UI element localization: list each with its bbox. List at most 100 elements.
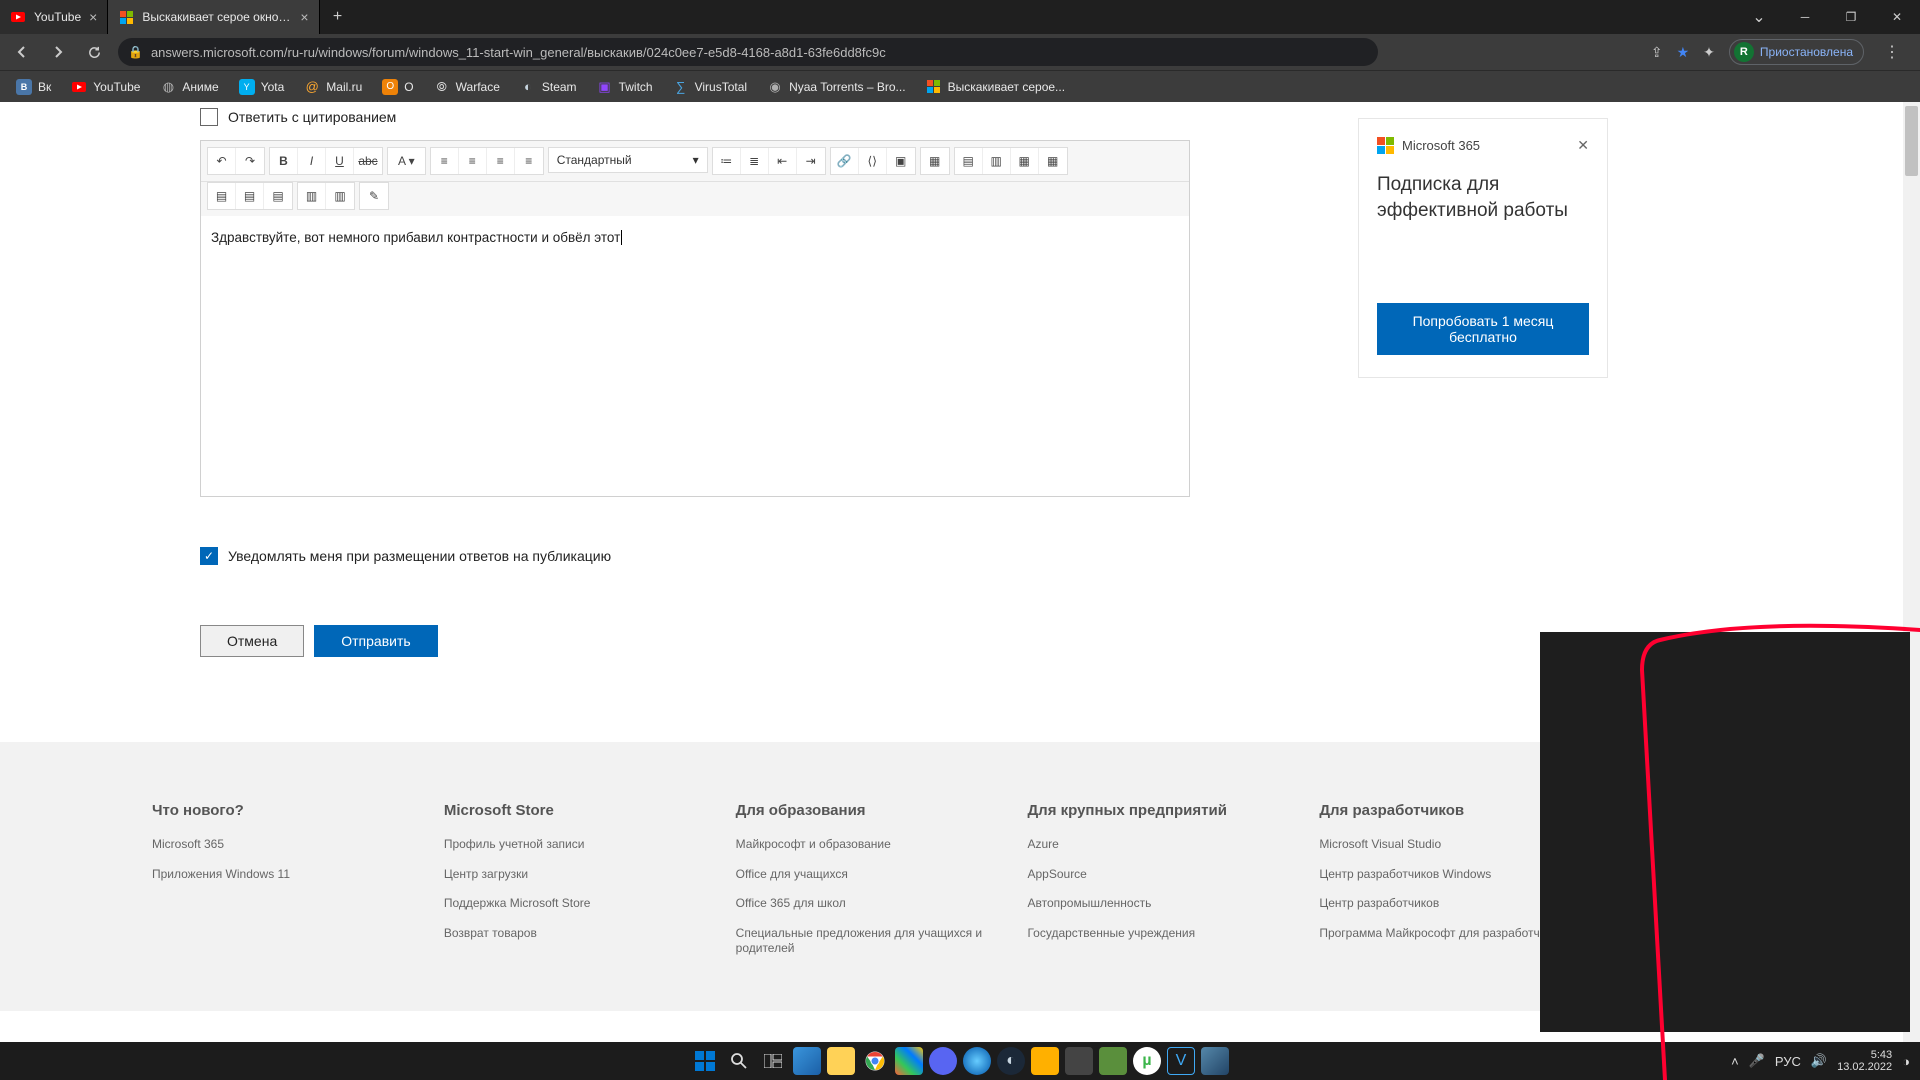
footer-link[interactable]: Office 365 для школ (736, 896, 988, 912)
footer-link[interactable]: Поддержка Microsoft Store (444, 896, 696, 912)
bookmark-virustotal[interactable]: ∑VirusTotal (665, 75, 755, 99)
indent-button[interactable]: ⇥ (797, 148, 825, 174)
table-row-button[interactable]: ▤ (955, 148, 983, 174)
footer-link[interactable]: Microsoft 365 (152, 837, 404, 853)
taskbar-app-generic4[interactable]: V (1167, 1047, 1195, 1075)
bookmark-o[interactable]: OО (374, 75, 421, 99)
taskbar-app-chrome[interactable] (861, 1047, 889, 1075)
address-bar[interactable]: 🔒 answers.microsoft.com/ru-ru/windows/fo… (118, 38, 1378, 66)
align-right-button[interactable]: ≡ (487, 148, 515, 174)
align-center-button[interactable]: ≡ (459, 148, 487, 174)
table-button[interactable]: ▦ (921, 148, 949, 174)
share-icon[interactable]: ⇪ (1651, 44, 1663, 61)
taskbar-app-generic3[interactable] (1065, 1047, 1093, 1075)
start-button[interactable] (691, 1047, 719, 1075)
bookmark-nyaa[interactable]: ◉Nyaa Torrents – Bro... (759, 75, 914, 99)
footer-link[interactable]: Майкрософт и образование (736, 837, 988, 853)
footer-link[interactable]: Специальные предложения для учащихся и р… (736, 926, 988, 957)
insert-row-below-button[interactable]: ▤ (236, 183, 264, 209)
bookmark-steam[interactable]: ◐Steam (512, 75, 585, 99)
table-cell-button[interactable]: ▦ (1011, 148, 1039, 174)
profile-button[interactable]: R Приостановлена (1729, 39, 1864, 65)
footer-link[interactable]: Государственные учреждения (1027, 926, 1279, 942)
taskbar-app-generic1[interactable] (963, 1047, 991, 1075)
footer-link[interactable]: AppSource (1027, 867, 1279, 883)
taskbar-app-photos[interactable] (793, 1047, 821, 1075)
taskbar-app-explorer[interactable] (827, 1047, 855, 1075)
align-left-button[interactable]: ≡ (431, 148, 459, 174)
unordered-list-button[interactable]: ≣ (741, 148, 769, 174)
paragraph-style-select[interactable]: Стандартный▾ (548, 147, 708, 173)
mic-icon[interactable]: 🎤 (1749, 1053, 1765, 1069)
bookmark-yota[interactable]: YYota (231, 75, 293, 99)
close-icon[interactable]: ✕ (1577, 137, 1589, 154)
taskbar-app-steam[interactable]: ◐ (997, 1047, 1025, 1075)
table-col-button[interactable]: ▥ (983, 148, 1011, 174)
editor-textarea[interactable]: Здравствуйте, вот немного прибавил контр… (201, 216, 1189, 496)
submit-button[interactable]: Отправить (314, 625, 437, 657)
browser-tab-msanswers[interactable]: Выскакивает серое окно в прав × (108, 0, 319, 34)
back-button[interactable] (6, 36, 38, 68)
language-indicator[interactable]: РУС (1775, 1054, 1801, 1069)
strike-button[interactable]: abc (354, 148, 382, 174)
underline-button[interactable]: U (326, 148, 354, 174)
new-tab-button[interactable]: + (320, 0, 356, 34)
cancel-button[interactable]: Отмена (200, 625, 304, 657)
footer-link[interactable]: Office для учащихся (736, 867, 988, 883)
close-icon[interactable]: × (300, 9, 308, 25)
footer-link[interactable]: Возврат товаров (444, 926, 696, 942)
insert-col-right-button[interactable]: ▥ (326, 183, 354, 209)
clear-format-button[interactable]: ✎ (360, 183, 388, 209)
code-button[interactable]: ⟨⟩ (859, 148, 887, 174)
delete-row-button[interactable]: ▤ (264, 183, 292, 209)
search-button[interactable] (725, 1047, 753, 1075)
window-close-button[interactable]: ✕ (1874, 0, 1920, 34)
notifications-icon[interactable]: ◑ (1902, 1054, 1910, 1069)
quote-checkbox[interactable] (200, 108, 218, 126)
taskbar-app-generic5[interactable] (1201, 1047, 1229, 1075)
insert-col-left-button[interactable]: ▥ (298, 183, 326, 209)
tab-search-icon[interactable]: ⌄ (1736, 7, 1782, 27)
link-button[interactable]: 🔗 (831, 148, 859, 174)
align-justify-button[interactable]: ≡ (515, 148, 543, 174)
ad-cta-button[interactable]: Попробовать 1 месяц бесплатно (1377, 303, 1589, 355)
bookmark-vk[interactable]: BВк (8, 75, 59, 99)
extensions-icon[interactable]: ✦ (1703, 44, 1715, 61)
ordered-list-button[interactable]: ≔ (713, 148, 741, 174)
taskbar-app-discord[interactable] (929, 1047, 957, 1075)
tray-overflow-icon[interactable]: ˄ (1731, 1054, 1739, 1069)
footer-link[interactable]: Центр разработчиков Windows (1319, 867, 1571, 883)
footer-link[interactable]: Приложения Windows 11 (152, 867, 404, 883)
bookmark-anime[interactable]: ◍Аниме (152, 75, 226, 99)
taskbar-app-utorrent[interactable]: µ (1133, 1047, 1161, 1075)
kebab-menu-icon[interactable]: ⋮ (1878, 42, 1906, 62)
footer-link[interactable]: Azure (1027, 837, 1279, 853)
undo-button[interactable]: ↶ (208, 148, 236, 174)
volume-icon[interactable]: 🔊 (1811, 1053, 1827, 1069)
image-button[interactable]: ▣ (887, 148, 915, 174)
outdent-button[interactable]: ⇤ (769, 148, 797, 174)
footer-link[interactable]: Центр разработчиков (1319, 896, 1571, 912)
forward-button[interactable] (42, 36, 74, 68)
clock[interactable]: 5:43 13.02.2022 (1837, 1049, 1892, 1073)
notify-checkbox[interactable]: ✓ (200, 547, 218, 565)
bookmark-star-icon[interactable]: ★ (1677, 44, 1690, 61)
taskview-button[interactable] (759, 1047, 787, 1075)
redo-button[interactable]: ↷ (236, 148, 264, 174)
table-merge-button[interactable]: ▦ (1039, 148, 1067, 174)
close-icon[interactable]: × (89, 9, 97, 25)
insert-row-above-button[interactable]: ▤ (208, 183, 236, 209)
reload-button[interactable] (78, 36, 110, 68)
scrollbar-thumb[interactable] (1905, 106, 1918, 176)
taskbar-app-minecraft[interactable] (1099, 1047, 1127, 1075)
grey-popup-window[interactable] (1540, 632, 1910, 1032)
bookmark-youtube[interactable]: YouTube (63, 75, 148, 99)
bookmark-mailru[interactable]: @Mail.ru (296, 75, 370, 99)
bold-button[interactable]: B (270, 148, 298, 174)
font-color-button[interactable]: A ▾ (388, 148, 425, 174)
italic-button[interactable]: I (298, 148, 326, 174)
taskbar-app-generic2[interactable] (1031, 1047, 1059, 1075)
footer-link[interactable]: Профиль учетной записи (444, 837, 696, 853)
bookmark-twitch[interactable]: ▣Twitch (589, 75, 661, 99)
bookmark-msanswers[interactable]: Выскакивает серое... (918, 75, 1074, 99)
